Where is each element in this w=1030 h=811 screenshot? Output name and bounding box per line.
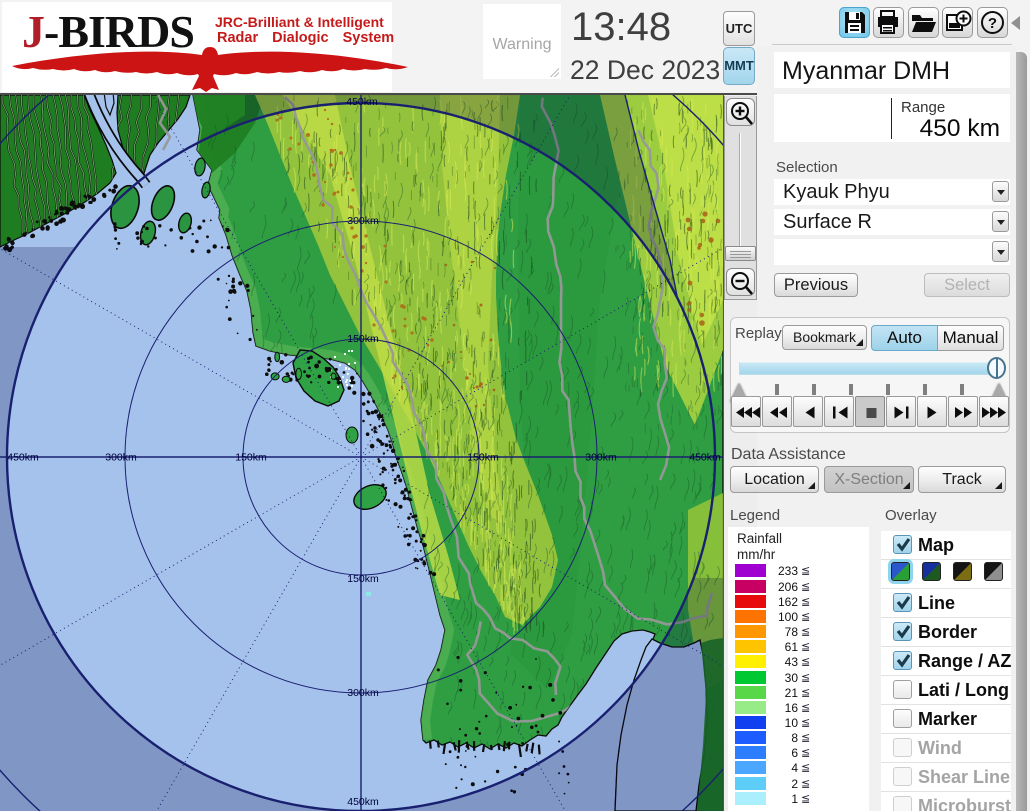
svg-text:450km: 450km — [689, 452, 721, 464]
svg-text:450km: 450km — [347, 796, 379, 808]
svg-text:300km: 300km — [347, 687, 379, 699]
svg-text:300km: 300km — [105, 452, 137, 464]
svg-text:?: ? — [988, 15, 997, 32]
svg-text:150km: 150km — [347, 333, 379, 345]
svg-text:450km: 450km — [346, 96, 378, 108]
svg-text:450km: 450km — [7, 452, 39, 464]
svg-text:150km: 150km — [235, 452, 267, 464]
svg-text:150km: 150km — [467, 452, 499, 464]
svg-text:300km: 300km — [347, 215, 379, 227]
svg-text:150km: 150km — [347, 573, 379, 585]
svg-text:300km: 300km — [585, 452, 617, 464]
